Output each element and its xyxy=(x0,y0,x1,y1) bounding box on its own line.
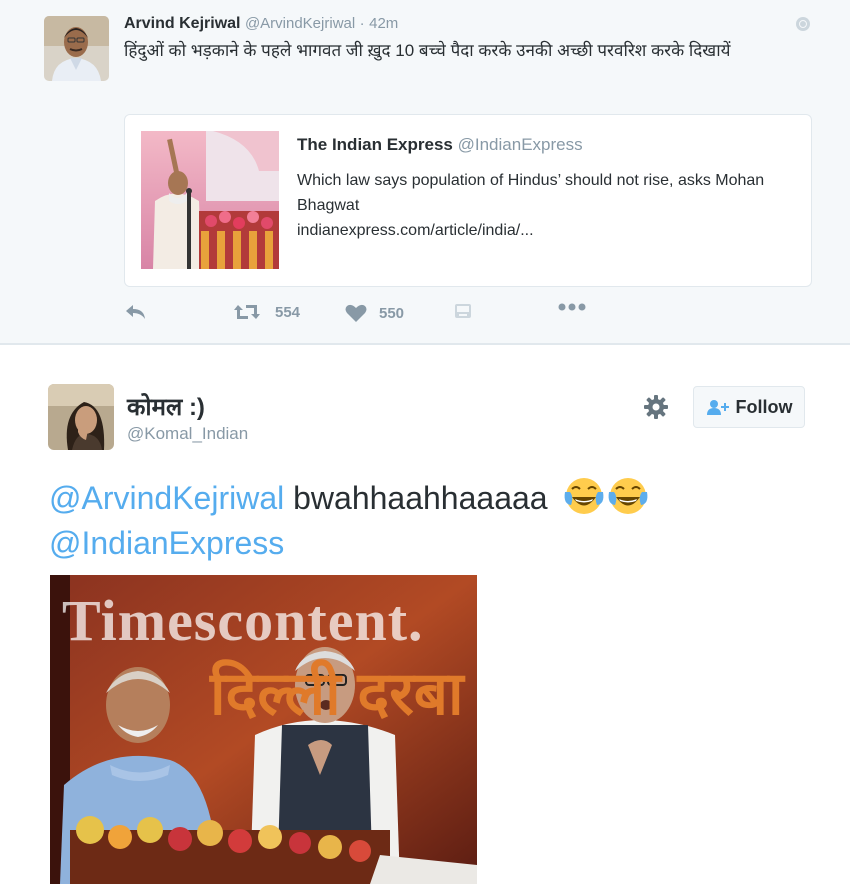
card-source-name[interactable]: The Indian Express xyxy=(297,135,453,154)
divider xyxy=(0,343,850,345)
mention-link[interactable]: @IndianExpress xyxy=(49,525,284,561)
like-count: 550 xyxy=(379,304,405,322)
card-link[interactable]: indianexpress.com/article/india/... xyxy=(297,218,797,243)
tears-of-joy-emoji xyxy=(565,478,604,514)
reply-icon xyxy=(126,305,145,319)
tweet-photo[interactable]: दिल्ली दरबा Timescontent. xyxy=(50,575,477,884)
card-source-handle[interactable]: @IndianExpress xyxy=(458,135,583,154)
tweet-text: @ArvindKejriwal bwahhaahhaaaaa @IndianEx… xyxy=(49,474,809,566)
heart-icon xyxy=(345,304,367,322)
like-button[interactable]: 550 xyxy=(345,303,404,323)
author-name[interactable]: Arvind Kejriwal xyxy=(124,15,240,32)
add-user-icon xyxy=(706,400,729,415)
retweet-button[interactable]: 554 xyxy=(233,303,300,321)
mention-link[interactable]: @ArvindKejriwal xyxy=(49,480,284,516)
author-handle[interactable]: @ArvindKejriwal xyxy=(245,15,355,32)
media-button[interactable] xyxy=(454,303,472,319)
quoted-tweet: Arvind Kejriwal @ArvindKejriwal · 42m हि… xyxy=(0,0,850,343)
follow-label: Follow xyxy=(735,396,793,417)
photo-watermark: Timescontent. xyxy=(62,588,424,653)
gear-icon[interactable] xyxy=(643,394,669,420)
globe-icon xyxy=(796,17,810,31)
tweet-header: Arvind Kejriwal @ArvindKejriwal · 42m xyxy=(124,15,398,33)
retweet-icon xyxy=(234,305,260,319)
user-name[interactable]: कोमल :) xyxy=(127,390,205,423)
header-separator: · xyxy=(359,15,365,32)
author-avatar[interactable] xyxy=(44,16,109,81)
tweet-timestamp[interactable]: 42m xyxy=(369,15,398,32)
retweet-count: 554 xyxy=(275,303,301,321)
tweet-body: bwahhaahhaaaaa xyxy=(284,480,548,516)
photo-icon xyxy=(455,304,471,318)
card-body: Which law says population of Hindus’ sho… xyxy=(297,168,797,243)
card-headline: Which law says population of Hindus’ sho… xyxy=(297,172,765,214)
photo-banner-text: दिल्ली दरबा xyxy=(210,660,464,727)
more-icon xyxy=(558,303,586,311)
reply-button[interactable] xyxy=(124,303,148,321)
link-card[interactable]: The Indian Express @IndianExpress Which … xyxy=(124,114,812,287)
tears-of-joy-emoji xyxy=(609,478,648,514)
user-avatar[interactable] xyxy=(48,384,114,450)
user-handle[interactable]: @Komal_Indian xyxy=(127,424,248,444)
card-image xyxy=(141,131,279,269)
tweet-text: हिंदुओं को भड़काने के पहले भागवत जी ख़ुद… xyxy=(124,41,731,60)
follow-button[interactable]: Follow xyxy=(693,386,805,428)
card-source: The Indian Express @IndianExpress xyxy=(297,135,583,155)
more-button[interactable] xyxy=(558,303,586,311)
